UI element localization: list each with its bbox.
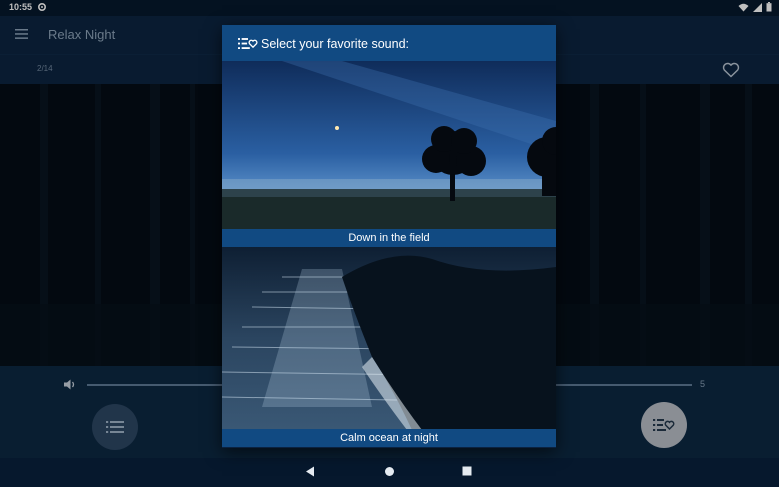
dialog-header: Select your favorite sound: — [222, 25, 556, 61]
sound-option-ocean[interactable]: Calm ocean at night — [222, 247, 556, 447]
back-icon[interactable] — [305, 466, 315, 477]
system-nav-bar — [0, 458, 779, 487]
ocean-night-image — [222, 247, 556, 430]
dialog-title: Select your favorite sound: — [261, 37, 409, 51]
favorite-sound-dialog: Select your favorite sound: Down in the … — [222, 25, 556, 448]
recents-icon[interactable] — [462, 466, 472, 476]
sound-option-label: Calm ocean at night — [222, 429, 556, 447]
favorite-list-icon — [238, 38, 258, 49]
sound-option-field[interactable]: Down in the field — [222, 61, 556, 247]
sound-option-label: Down in the field — [222, 229, 556, 247]
field-night-image — [222, 61, 556, 229]
home-icon[interactable] — [384, 466, 395, 477]
